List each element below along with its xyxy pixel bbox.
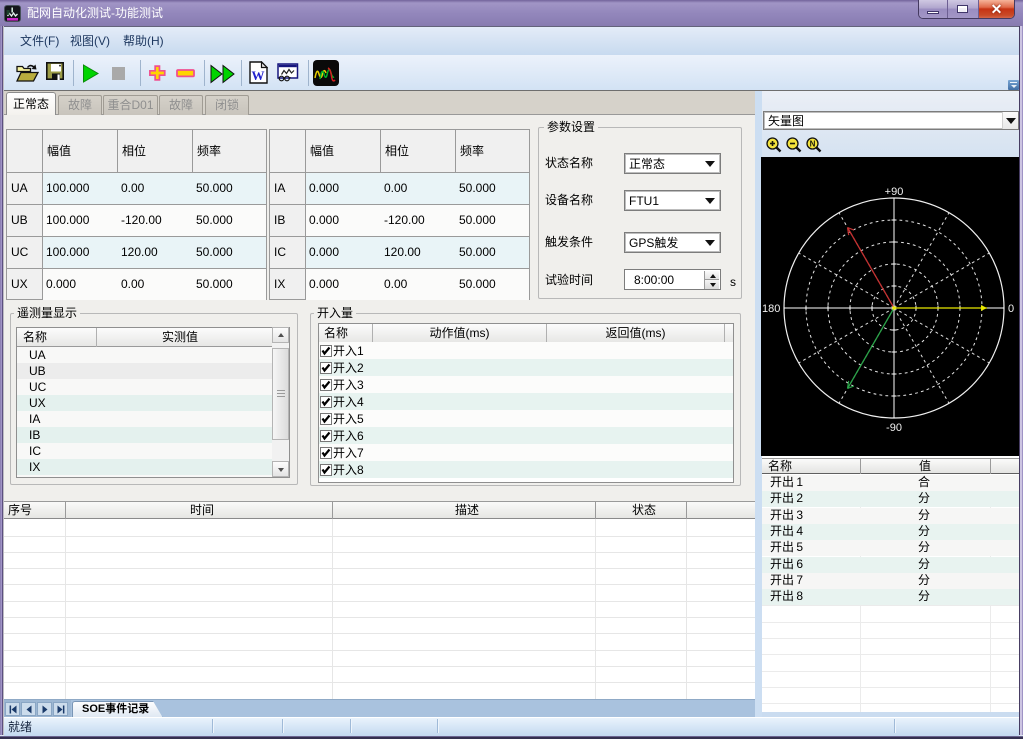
svg-text:+90: +90 bbox=[885, 186, 904, 198]
svg-text:180: 180 bbox=[762, 303, 780, 315]
svg-text:N: N bbox=[810, 140, 816, 149]
svg-text:0: 0 bbox=[1008, 303, 1014, 315]
svg-text:W: W bbox=[252, 68, 265, 83]
svg-text:-90: -90 bbox=[886, 422, 902, 434]
